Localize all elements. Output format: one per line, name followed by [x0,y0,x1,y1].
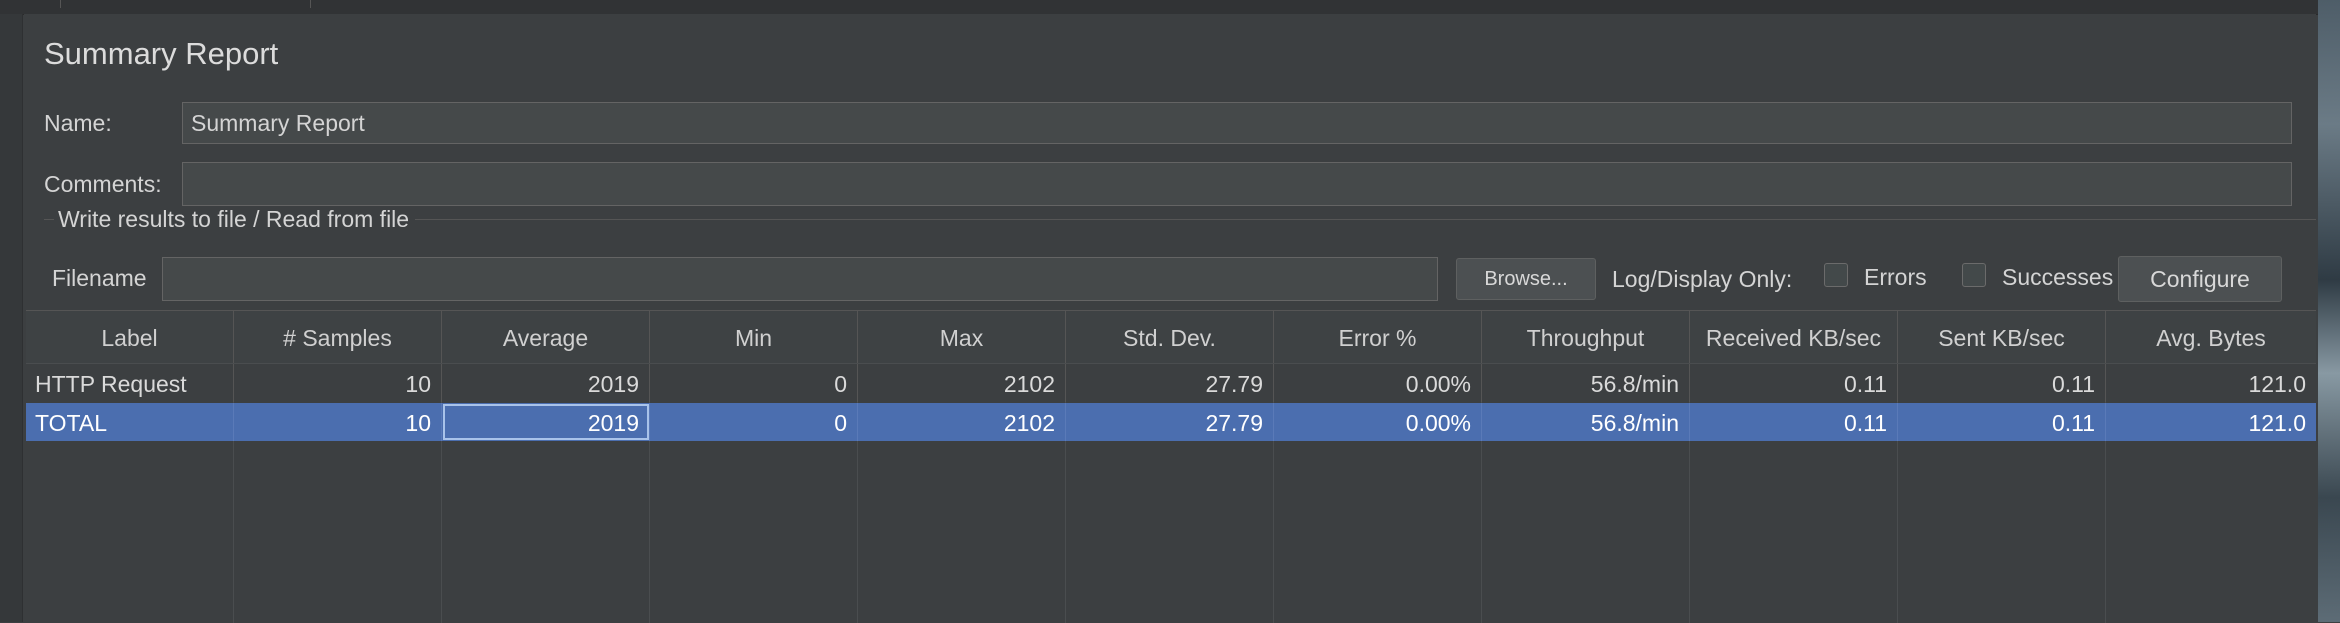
cell-received-kb: 0.11 [1690,364,1898,402]
cell-label: TOTAL [26,403,234,441]
column-divider [1897,363,1898,623]
column-header-min[interactable]: Min [650,311,858,363]
column-header-label[interactable]: Label [26,311,234,363]
column-divider [1481,363,1482,623]
column-divider [233,363,234,623]
table-row-selected[interactable]: TOTAL 10 2019 0 2102 27.79 0.00% 56.8/mi… [26,403,2316,441]
column-divider [1065,363,1066,623]
column-header-std-dev[interactable]: Std. Dev. [1066,311,1274,363]
name-field[interactable]: Summary Report [182,102,2292,144]
cell-max: 2102 [858,403,1066,441]
tab-divider [310,0,311,8]
cell-avg-bytes: 121.0 [2248,410,2306,436]
errors-checkbox[interactable] [1824,263,1848,287]
column-header-sent-kb[interactable]: Sent KB/sec [1898,311,2106,363]
cell-sent-kb: 0.11 [1898,403,2106,441]
cell-sent-kb: 0.11 [1898,364,2106,402]
column-divider [441,363,442,623]
cell-throughput: 56.8/min [1482,403,1690,441]
results-table: Label # Samples Average Min Max Std. Dev… [26,310,2316,623]
column-header-samples[interactable]: # Samples [234,311,442,363]
file-group-title: Write results to file / Read from file [54,206,416,233]
column-header-avg-bytes[interactable]: Avg. Bytes [2106,311,2316,363]
cell-min: 0 [650,364,858,402]
comments-label: Comments: [44,171,162,197]
column-header-max[interactable]: Max [858,311,1066,363]
browse-button[interactable]: Browse... [1456,258,1596,300]
column-divider [649,363,650,623]
successes-checkbox[interactable] [1962,263,1986,287]
cell-throughput: 56.8/min [1482,364,1690,402]
log-display-label: Log/Display Only: [1612,266,1793,292]
column-divider [857,363,858,623]
column-divider [1689,363,1690,623]
desktop-background [2318,0,2340,622]
cell-std-dev: 27.79 [1066,403,1274,441]
column-header-error-percent[interactable]: Error % [1274,311,1482,363]
errors-label: Errors [1864,264,1927,290]
cell-max: 2102 [858,364,1066,402]
name-label: Name: [44,110,112,136]
summary-report-panel: Summary Report Name: Summary Report Comm… [24,14,2316,623]
tab-divider [60,0,61,8]
column-header-average[interactable]: Average [442,311,650,363]
cell-samples: 10 [234,403,442,441]
cell-samples: 10 [234,364,442,402]
column-header-received-kb[interactable]: Received KB/sec [1690,311,1898,363]
filename-label: Filename [52,265,147,291]
cell-average-focused[interactable]: 2019 [442,403,650,441]
cell-error-percent: 0.00% [1274,364,1482,402]
cell-std-dev: 27.79 [1066,364,1274,402]
successes-label: Successes [2002,264,2114,290]
cell-label: HTTP Request [26,364,234,402]
table-header: Label # Samples Average Min Max Std. Dev… [26,311,2316,364]
column-divider [1273,363,1274,623]
window-top-bar [0,0,2340,15]
column-divider [2105,363,2106,623]
configure-button[interactable]: Configure [2118,256,2282,302]
panel-title: Summary Report [44,36,279,71]
table-row[interactable]: HTTP Request 10 2019 0 2102 27.79 0.00% … [26,364,2316,402]
cell-error-percent: 0.00% [1274,403,1482,441]
column-header-throughput[interactable]: Throughput [1482,311,1690,363]
cell-received-kb: 0.11 [1690,403,1898,441]
filename-field[interactable] [162,257,1438,301]
cell-average: 2019 [442,364,650,402]
cell-avg-bytes: 121.0 [2248,371,2306,397]
comments-field[interactable] [182,162,2292,206]
left-gutter [0,14,23,622]
cell-min: 0 [650,403,858,441]
